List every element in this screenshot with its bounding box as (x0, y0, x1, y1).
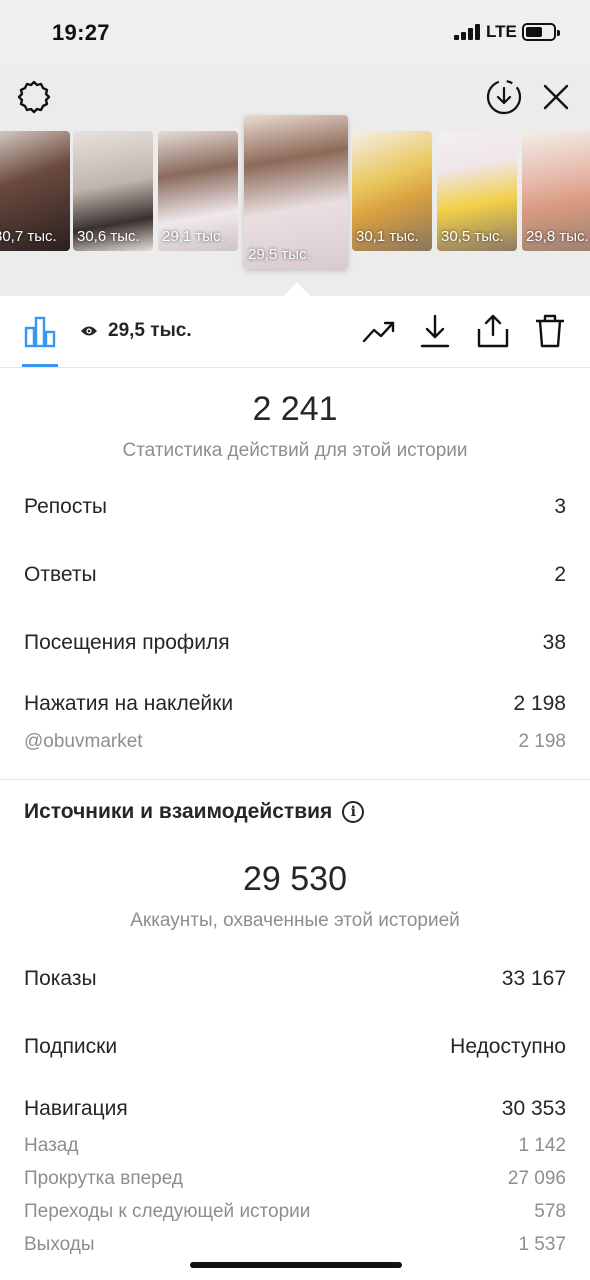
status-time: 19:27 (52, 20, 110, 45)
stat-label: Ответы (24, 563, 97, 586)
stat-row-reposts: Репосты 3 (24, 495, 566, 519)
settings-icon[interactable] (14, 77, 54, 117)
stat-row-navigation: Навигация 30 353 (24, 1097, 566, 1121)
stat-value: 3 (554, 495, 566, 518)
active-story-pointer (284, 282, 310, 296)
stat-row-replies: Ответы 2 (24, 563, 566, 587)
story-thumbnail-active[interactable]: 29,5 тыс. (244, 115, 348, 269)
stat-label: Назад (24, 1135, 79, 1156)
stat-label: Посещения профиля (24, 631, 230, 654)
interactions-total: 2 241 (252, 390, 338, 428)
views-count: 29,5 тыс. (108, 320, 192, 341)
save-download-icon[interactable] (484, 77, 524, 117)
stat-label: Выходы (24, 1234, 95, 1255)
stat-label: Репосты (24, 495, 108, 518)
stat-label: Навигация (24, 1097, 128, 1120)
active-tab-indicator (22, 364, 58, 367)
stat-row-sticker-taps: Нажатия на наклейки 2 198 (24, 692, 566, 716)
battery-icon (522, 23, 560, 41)
status-bar: 19:27 LTE (0, 0, 590, 64)
story-thumbnail[interactable]: 29,8 тыс. (522, 131, 590, 251)
stat-value: Недоступно (450, 1035, 566, 1058)
discovery-section-title: Источники и взаимодействия i (24, 800, 365, 824)
stat-value: 2 198 (513, 692, 566, 715)
stat-row-forward: Прокрутка вперед 27 096 (24, 1168, 566, 1190)
stat-value: 1 142 (518, 1135, 566, 1156)
story-thumbnail[interactable]: 30,7 тыс. (0, 131, 70, 251)
stat-label: Нажатия на наклейки (24, 692, 234, 715)
stat-label: @obuvmarket (24, 731, 143, 752)
stat-row-follows: Подписки Недоступно (24, 1035, 566, 1059)
section-title-text: Источники и взаимодействия (24, 800, 333, 823)
thumbnail-views: 30,7 тыс. (0, 228, 57, 245)
share-icon[interactable] (474, 312, 512, 350)
stat-row-next-story: Переходы к следующей истории 578 (24, 1201, 566, 1223)
info-icon[interactable]: i (342, 801, 365, 823)
home-indicator[interactable] (190, 1262, 402, 1268)
stat-value: 38 (542, 631, 566, 654)
stat-row-sticker-mention: @obuvmarket 2 198 (24, 731, 566, 753)
discovery-caption: Аккаунты, охваченные этой историей (130, 910, 460, 931)
story-thumbnails: 30,7 тыс. 30,6 тыс. 29,1 тыс. 29,5 тыс. … (0, 115, 590, 271)
stat-value: 27 096 (507, 1168, 566, 1189)
thumbnail-views: 29,1 тыс. (162, 228, 225, 245)
stat-row-impressions: Показы 33 167 (24, 967, 566, 991)
story-thumbnail[interactable]: 29,1 тыс. (158, 131, 238, 251)
bar-chart-icon[interactable] (21, 312, 59, 350)
story-thumbnail[interactable]: 30,6 тыс. (73, 131, 153, 251)
stat-row-back: Назад 1 142 (24, 1135, 566, 1157)
stat-label: Прокрутка вперед (24, 1168, 183, 1189)
close-icon[interactable] (536, 77, 576, 117)
trending-up-icon[interactable] (360, 312, 398, 350)
download-icon[interactable] (416, 312, 454, 350)
story-thumbnail[interactable]: 30,5 тыс. (437, 131, 517, 251)
insights-toolbar: 29,5 тыс. (0, 296, 590, 368)
stat-value: 578 (534, 1201, 566, 1222)
interactions-caption: Статистика действий для этой истории (122, 440, 468, 461)
section-divider (0, 779, 590, 780)
thumbnail-views: 29,5 тыс. (248, 246, 311, 263)
stat-value: 2 198 (518, 731, 566, 752)
stat-row-profile-visits: Посещения профиля 38 (24, 631, 566, 655)
thumbnail-views: 30,1 тыс. (356, 228, 419, 245)
stat-label: Переходы к следующей истории (24, 1201, 311, 1222)
stat-value: 1 537 (518, 1234, 566, 1255)
network-type: LTE (486, 22, 517, 41)
thumbnail-views: 30,5 тыс. (441, 228, 504, 245)
stat-value: 33 167 (501, 967, 566, 990)
thumbnail-views: 29,8 тыс. (526, 228, 589, 245)
trash-icon[interactable] (531, 312, 569, 350)
discovery-total: 29 530 (243, 860, 347, 898)
story-thumbnail[interactable]: 30,1 тыс. (352, 131, 432, 251)
stat-value: 30 353 (501, 1097, 566, 1120)
eye-icon (80, 324, 98, 343)
thumbnail-views: 30,6 тыс. (77, 228, 140, 245)
stat-label: Показы (24, 967, 97, 990)
stat-value: 2 (554, 563, 566, 586)
stat-row-exits: Выходы 1 537 (24, 1234, 566, 1256)
signal-icon (454, 24, 482, 40)
stat-label: Подписки (24, 1035, 118, 1058)
